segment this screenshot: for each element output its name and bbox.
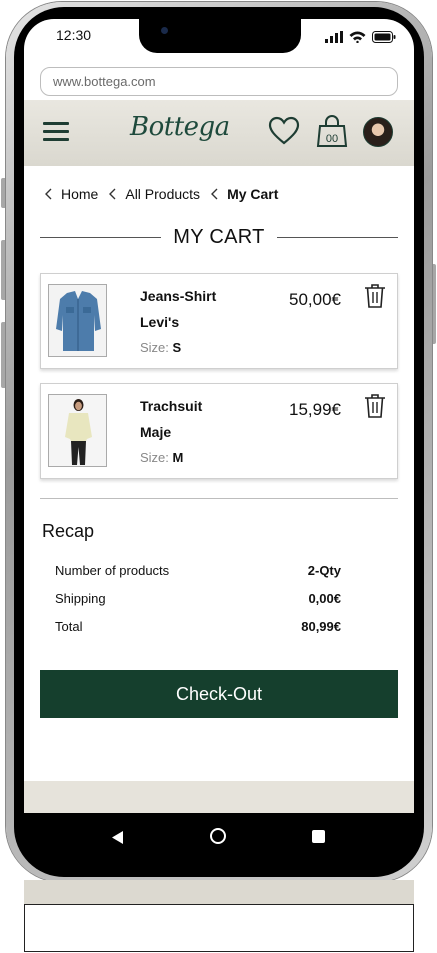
- breadcrumb: Home All Products My Cart: [44, 184, 288, 204]
- product-image-jeans-shirt[interactable]: [48, 284, 107, 357]
- page-title-text: MY CART: [161, 226, 277, 248]
- trash-icon[interactable]: [364, 283, 386, 309]
- recap-row-shipping: Shipping 0,00€: [55, 591, 341, 609]
- product-brand: Maje: [140, 424, 172, 440]
- heart-icon[interactable]: [268, 116, 300, 146]
- footer: [24, 781, 414, 813]
- recap-value: 0,00€: [308, 591, 341, 606]
- size-label: Size:: [140, 340, 169, 355]
- status-time: 12:30: [56, 27, 92, 43]
- avatar[interactable]: [363, 117, 393, 147]
- product-name: Jeans-Shirt: [140, 288, 217, 304]
- app-header: Bottega 00: [24, 100, 414, 166]
- page-title-row: MY CART: [40, 226, 398, 250]
- divider: [40, 498, 398, 499]
- wifi-icon: [349, 31, 366, 43]
- product-size: Size: M: [140, 450, 183, 465]
- checkout-button[interactable]: Check-Out: [40, 670, 398, 718]
- recap-row-products: Number of products 2-Qty: [55, 563, 341, 581]
- size-value: S: [172, 340, 182, 355]
- brand-logo[interactable]: Bottega: [130, 112, 230, 142]
- recap-value: 80,99€: [301, 619, 341, 634]
- battery-icon: [372, 31, 396, 43]
- recap-label: Number of products: [55, 563, 170, 578]
- signal-icon: [325, 31, 343, 43]
- product-price: 50,00€: [289, 290, 341, 309]
- recap-label: Shipping: [55, 591, 106, 606]
- navigation-bar: [24, 813, 414, 861]
- menu-icon[interactable]: [43, 122, 69, 142]
- cart-item: Trachsuit Maje Size: M 15,99€: [40, 383, 398, 479]
- size-value: M: [172, 450, 184, 465]
- shopping-bag-icon[interactable]: 00: [316, 114, 348, 148]
- phone-screen: 12:30 www.bottega.com Bottega 00 Home Al…: [24, 19, 414, 813]
- page-title: MY CART: [40, 226, 398, 249]
- recap-row-total: Total 80,99€: [55, 619, 341, 637]
- front-camera: [161, 27, 168, 34]
- back-icon[interactable]: [112, 831, 124, 844]
- chevron-left-icon: [109, 188, 116, 200]
- recap-label: Total: [55, 619, 83, 634]
- product-brand: Levi's: [140, 314, 180, 330]
- bag-count: 00: [326, 133, 338, 145]
- chevron-left-icon: [211, 188, 218, 200]
- recap-title: Recap: [42, 521, 95, 541]
- chevron-left-icon: [45, 188, 52, 200]
- product-size: Size: S: [140, 340, 181, 355]
- cart-item: Jeans-Shirt Levi's Size: S 50,00€: [40, 273, 398, 369]
- notch: [139, 19, 301, 53]
- status-icons: [325, 29, 396, 43]
- breadcrumb-home[interactable]: Home: [61, 186, 98, 202]
- status-bar: 12:30: [24, 19, 414, 59]
- product-image-trachsuit[interactable]: [48, 394, 107, 467]
- model-image: [49, 395, 106, 466]
- product-price: 15,99€: [289, 400, 341, 419]
- recap-value: 2-Qty: [307, 563, 341, 578]
- footer-continuation: [24, 880, 414, 904]
- url-bar[interactable]: www.bottega.com: [40, 67, 398, 96]
- breadcrumb-my-cart: My Cart: [227, 186, 279, 202]
- bottom-panel: [24, 904, 414, 952]
- home-icon[interactable]: [210, 828, 226, 844]
- breadcrumb-all-products[interactable]: All Products: [125, 186, 200, 202]
- size-label: Size:: [140, 450, 169, 465]
- recent-apps-icon[interactable]: [312, 830, 325, 843]
- product-name: Trachsuit: [140, 398, 203, 414]
- trash-icon[interactable]: [364, 393, 386, 419]
- jacket-image: [49, 285, 106, 356]
